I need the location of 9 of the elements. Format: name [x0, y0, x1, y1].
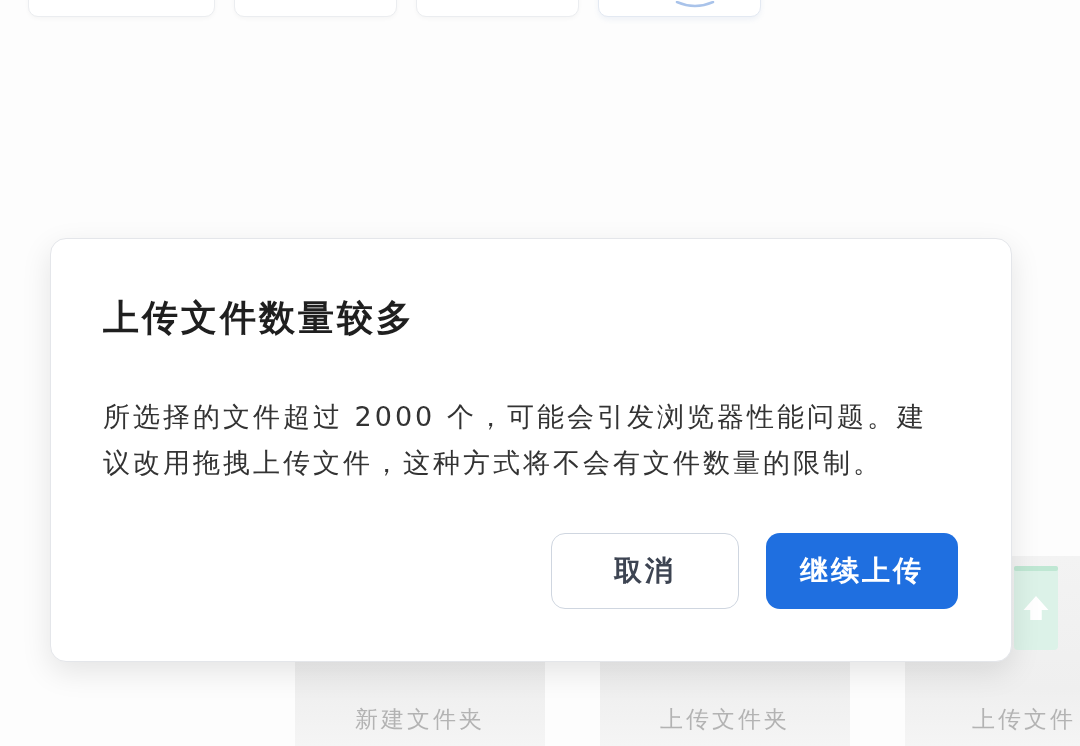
card-label[interactable]: 新建文件夹: [355, 705, 485, 734]
document-upload-icon: [1014, 566, 1058, 650]
card-label[interactable]: 上传文件: [972, 705, 1076, 734]
cancel-button[interactable]: 取消: [551, 533, 739, 609]
continue-button[interactable]: 继续上传: [766, 533, 958, 609]
dialog-message: 所选择的文件超过 2000 个，可能会引发浏览器性能问题。建议改用拖拽上传文件，这种方式将不会有文件数量的限制。: [103, 400, 928, 481]
dialog-title: 上传文件数量较多: [103, 296, 416, 340]
arc-icon: [674, 1, 715, 9]
card-label[interactable]: 上传文件夹: [660, 705, 790, 734]
